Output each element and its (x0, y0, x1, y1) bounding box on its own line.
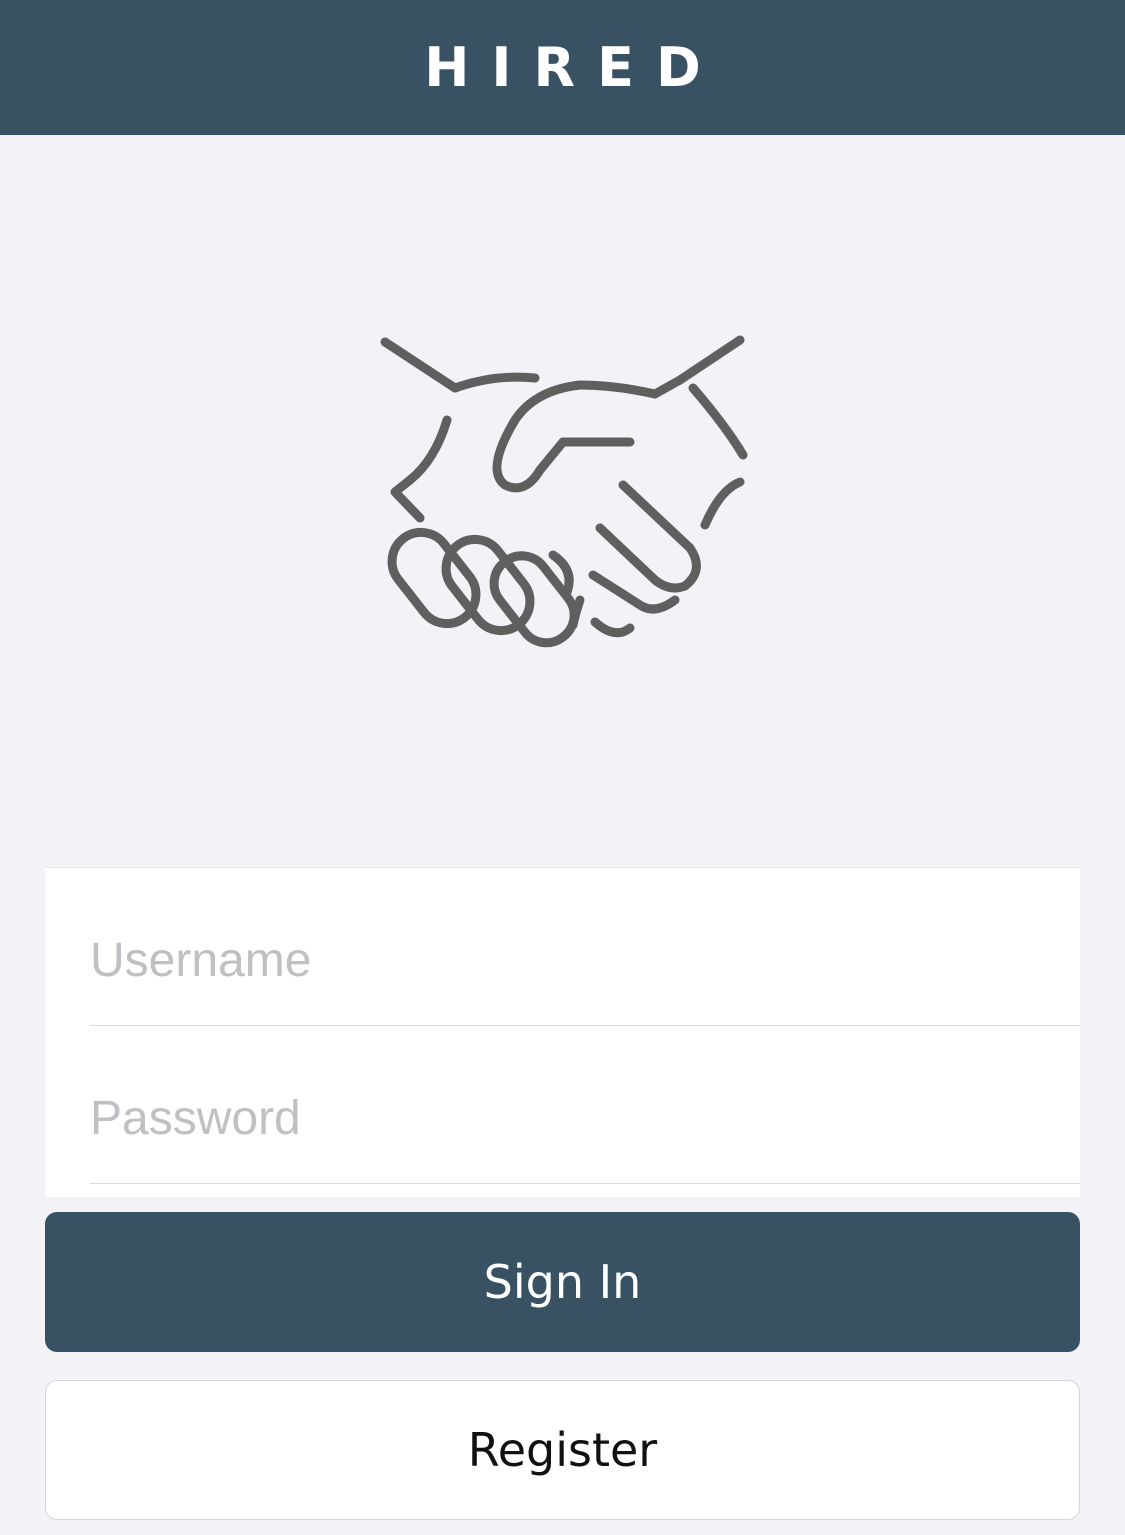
register-button[interactable]: Register (45, 1380, 1080, 1520)
app-title: HIRED (424, 35, 723, 99)
sign-in-button[interactable]: Sign In (45, 1212, 1080, 1352)
handshake-icon (380, 335, 748, 648)
app-header: HIRED (0, 0, 1125, 135)
username-input[interactable] (90, 925, 1080, 995)
login-form (45, 867, 1080, 1197)
password-field (90, 1026, 1080, 1184)
username-field (90, 868, 1080, 1026)
password-input[interactable] (90, 1083, 1080, 1153)
